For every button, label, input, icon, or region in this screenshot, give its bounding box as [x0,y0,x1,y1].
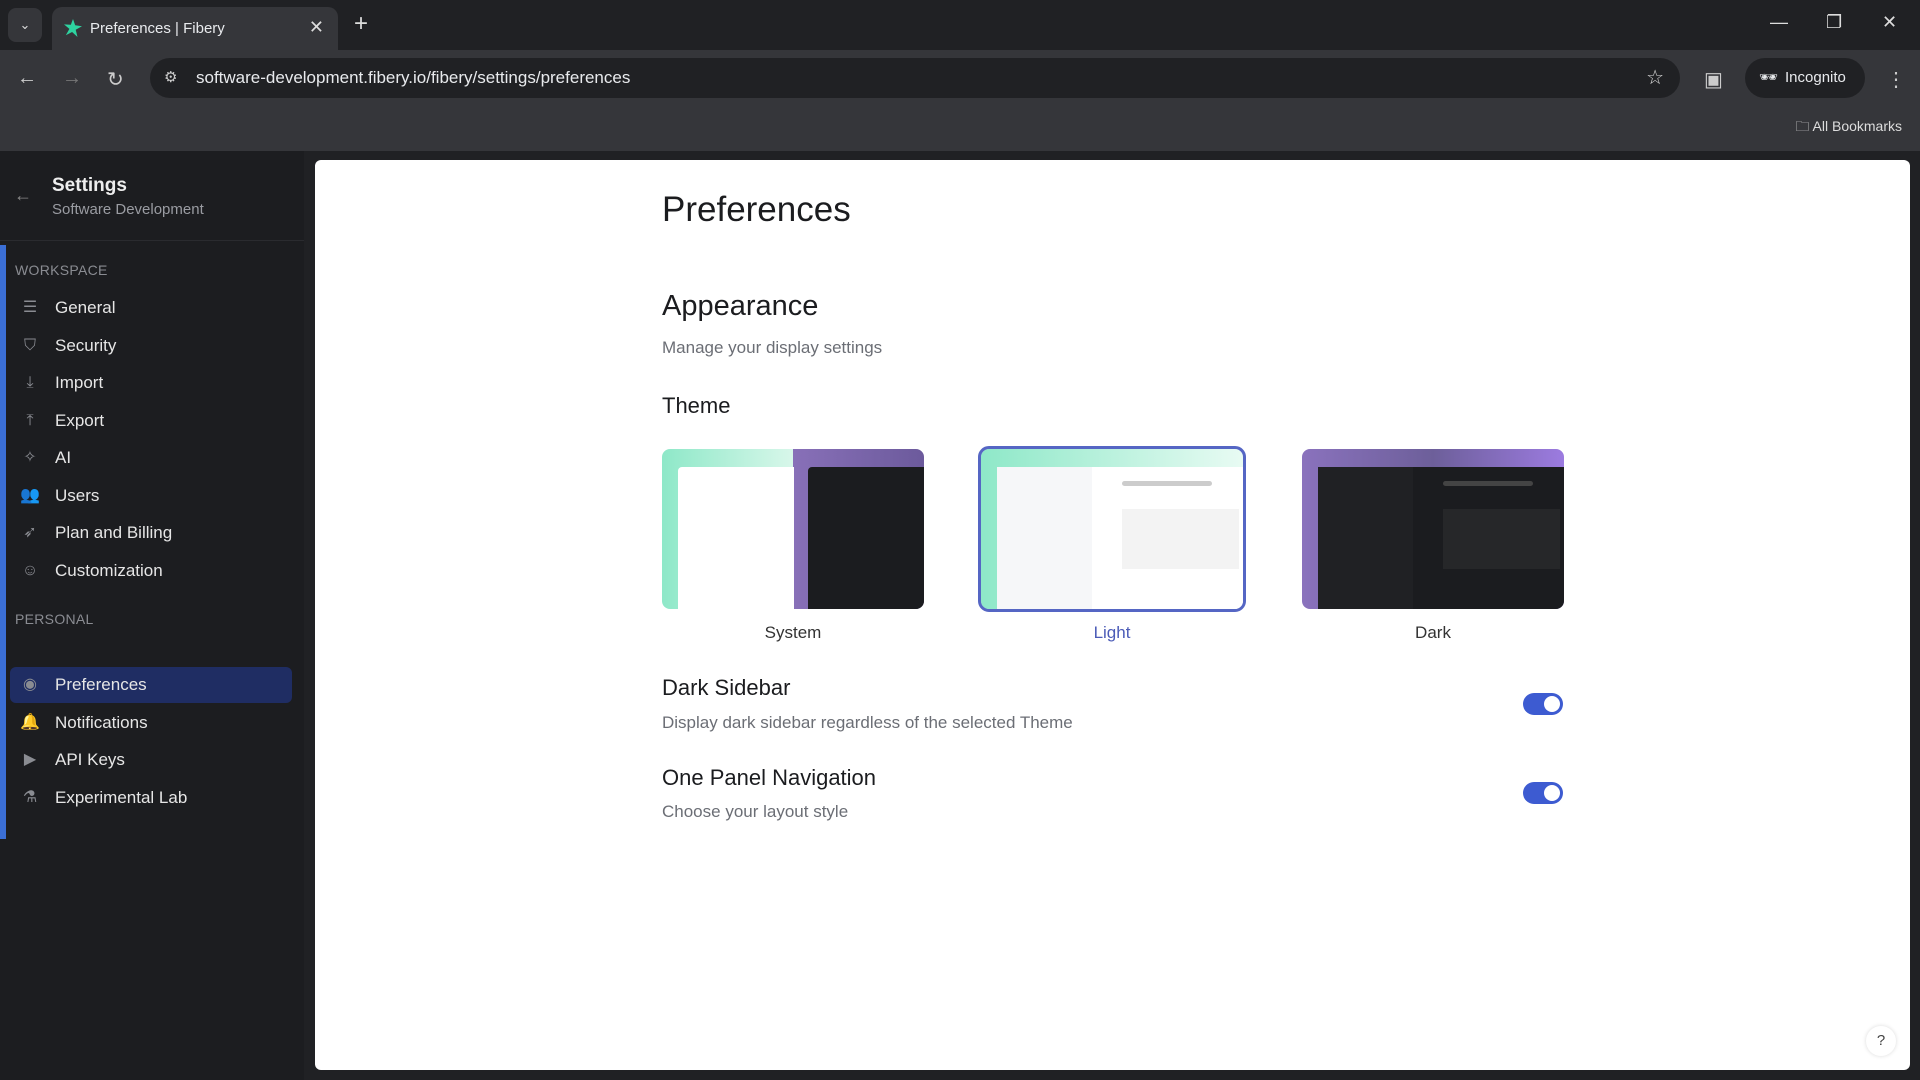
tab-search-button[interactable]: ⌄ [8,8,42,42]
sidebar-item-plan-and-billing[interactable]: ➶ Plan and Billing [10,515,292,551]
theme-system-card[interactable] [662,449,924,609]
sidebar-accent [0,245,6,839]
sidebar-item-label: Plan and Billing [55,523,173,542]
sidebar-item-label: Notifications [55,712,148,732]
terminal-icon: ▶ [23,751,37,768]
one-panel-title: One Panel Navigation [662,765,877,790]
sidebar-item-security[interactable]: ⛉ Security [10,328,292,364]
users-icon: 👥 [20,486,40,504]
sidebar-title: Settings [52,175,127,196]
section-description: Manage your display settings [662,338,883,357]
browser-tab[interactable]: Preferences | Fibery ✕ [52,7,338,50]
theme-light-card[interactable] [978,446,1246,612]
new-tab-button[interactable]: + [354,10,368,38]
site-info-icon[interactable]: ⚙ [164,58,177,98]
sidebar-item-api-keys[interactable]: ▶ API Keys [10,742,292,778]
browser-toolbar: ← → ↻ ⚙ software-development.fibery.io/f… [0,50,1920,151]
reload-button[interactable]: ↻ [107,67,124,92]
sidebar-item-label: General [55,298,116,317]
section-label: WORKSPACE [15,262,108,278]
fibery-logo-icon [64,19,82,37]
sidebar-item-customization[interactable]: ☺ Customization [10,553,292,589]
dark-sidebar-title: Dark Sidebar [662,675,791,700]
close-tab-icon[interactable]: ✕ [309,17,324,38]
close-window-button[interactable]: ✕ [1882,12,1897,33]
sidebar-item-label: API Keys [55,750,125,769]
user-circle-icon: ◉ [23,676,37,693]
page-title: Preferences [662,190,851,229]
tab-bar: ⌄ Preferences | Fibery ✕ + — ❐ ✕ [0,0,1920,50]
theme-label: Theme [662,393,731,418]
section-title: Appearance [662,290,819,322]
theme-dark-label: Dark [1415,623,1451,642]
incognito-icon: 🕶 [1759,69,1779,86]
folder-icon: 🗀 [1795,118,1813,134]
one-panel-toggle[interactable] [1523,782,1563,804]
menu-icon[interactable]: ⋮ [1886,67,1906,92]
incognito-label: Incognito [1785,69,1846,86]
divider [0,240,304,241]
sidebar-item-label: Export [55,410,105,430]
restore-button[interactable]: ❐ [1826,12,1842,33]
sliders-icon: ☰ [22,299,38,316]
sidebar-item-label: Preferences [55,675,147,694]
incognito-badge[interactable]: 🕶 Incognito [1745,58,1865,98]
back-button[interactable]: ← [17,67,37,90]
sidebar-item-export[interactable]: ⤒ Export [10,403,292,439]
bookmark-star-icon[interactable]: ☆ [1646,58,1664,98]
import-icon: ⤓ [26,374,34,391]
help-button[interactable]: ? [1866,1026,1896,1056]
sidebar-item-users[interactable]: 👥 Users [10,478,292,514]
section-label: PERSONAL [15,611,94,627]
flask-icon: ⚗ [22,788,38,806]
workspace-name: Software Development [52,201,204,218]
sidebar-item-label: Customization [55,560,163,580]
sidebar-item-ai[interactable]: ✧ AI [10,440,292,476]
bookmarks-label: All Bookmarks [1812,118,1902,134]
sidebar-item-notifications[interactable]: 🔔 Notifications [10,705,292,741]
main-content: Preferences Appearance Manage your displ… [315,160,1910,1070]
sidebar-item-import[interactable]: ⤓ Import [10,365,292,401]
all-bookmarks[interactable]: 🗀 All Bookmarks [1795,116,1902,140]
dark-sidebar-toggle[interactable] [1523,693,1563,715]
sidebar-item-label: AI [55,448,72,467]
sidebar-item-general[interactable]: ☰ General [10,290,292,326]
rocket-icon: ➶ [23,524,37,541]
minimize-button[interactable]: — [1770,12,1788,33]
bell-icon: 🔔 [20,713,40,731]
theme-light-label: Light [1093,623,1131,642]
settings-sidebar: ← Settings Software Development WORKSPAC… [0,151,304,1080]
sidebar-item-experimental-lab[interactable]: ⚗ Experimental Lab [10,780,292,816]
sidebar-item-label: Experimental Lab [55,787,188,807]
forward-button[interactable]: → [62,67,82,90]
sidebar-item-label: Users [55,485,100,505]
smiley-icon: ☺ [21,561,39,579]
export-icon: ⤒ [26,411,34,429]
sidebar-item-label: Import [55,373,104,392]
side-panel-icon[interactable]: ▣ [1704,67,1723,92]
dark-sidebar-description: Display dark sidebar regardless of the s… [662,713,1073,732]
sidebar-item-preferences[interactable]: ◉ Preferences [10,667,292,703]
url-text: software-development.fibery.io/fibery/se… [196,68,631,87]
sparkle-icon: ✧ [23,449,37,466]
one-panel-description: Choose your layout style [662,802,849,821]
tab-title: Preferences | Fibery [90,20,225,37]
theme-dark-card[interactable] [1302,449,1564,609]
back-arrow-icon[interactable]: ← [14,185,32,206]
address-bar[interactable]: ⚙ software-development.fibery.io/fibery/… [150,58,1680,98]
shield-icon: ⛉ [23,336,36,354]
sidebar-item-label: Security [55,335,117,355]
theme-system-label: System [764,623,822,642]
